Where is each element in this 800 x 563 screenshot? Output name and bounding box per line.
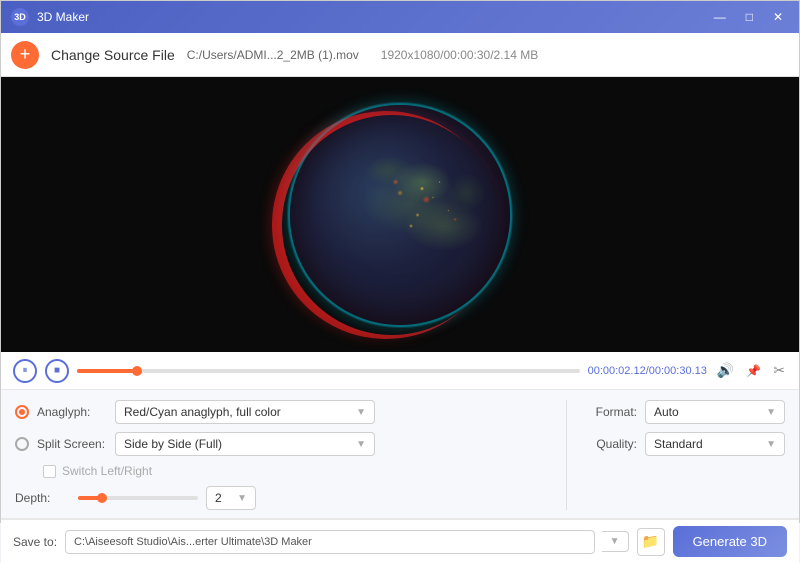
anaglyph-arrow: ▼ <box>356 407 366 418</box>
earth-atmosphere <box>287 102 513 328</box>
title-bar: 3D 3D Maker — □ ✕ <box>1 1 799 33</box>
anaglyph-label: Anaglyph: <box>37 405 107 419</box>
save-path-text: C:\Aiseesoft Studio\Ais...erter Ultimate… <box>74 536 312 548</box>
depth-slider[interactable] <box>78 496 198 500</box>
plus-icon: + <box>20 44 31 65</box>
browse-folder-button[interactable]: 📁 <box>637 528 665 556</box>
change-source-label: Change Source File <box>51 47 175 63</box>
file-meta: 1920x1080/00:00:30/2.14 MB <box>381 48 538 62</box>
pause-button[interactable]: ⏸ <box>13 359 37 383</box>
format-arrow: ▼ <box>766 407 776 418</box>
split-screen-row: Split Screen: Side by Side (Full) ▼ <box>15 432 556 456</box>
switch-lr-label: Switch Left/Right <box>62 464 152 478</box>
video-preview <box>1 77 799 352</box>
seek-handle <box>132 366 142 376</box>
settings-columns: Anaglyph: Red/Cyan anaglyph, full color … <box>15 400 785 510</box>
save-label: Save to: <box>13 535 57 549</box>
generate-3d-button[interactable]: Generate 3D <box>673 526 787 557</box>
quality-label: Quality: <box>587 437 637 451</box>
app-title: 3D Maker <box>37 10 700 24</box>
split-screen-radio[interactable] <box>15 437 29 451</box>
depth-arrow: ▼ <box>237 493 247 504</box>
depth-slider-container <box>78 496 198 500</box>
quality-arrow: ▼ <box>766 439 776 450</box>
save-bar: Save to: C:\Aiseesoft Studio\Ais...erter… <box>1 519 799 563</box>
stop-icon: ■ <box>54 365 60 376</box>
switch-lr-row: Switch Left/Right <box>39 464 556 478</box>
quality-value: Standard <box>654 437 703 451</box>
playback-bar: ⏸ ■ 00:00:02.12/00:00:30.13 🔊 📌 ✂ <box>1 352 799 390</box>
format-row: Format: Auto ▼ <box>587 400 785 424</box>
split-screen-value: Side by Side (Full) <box>124 437 222 451</box>
maximize-button[interactable]: □ <box>740 9 759 25</box>
anaglyph-row: Anaglyph: Red/Cyan anaglyph, full color … <box>15 400 556 424</box>
split-screen-label: Split Screen: <box>37 437 107 451</box>
file-name: C:/Users/ADMI...2_2MB (1).mov <box>187 48 359 62</box>
settings-right-col: Format: Auto ▼ Quality: Standard ▼ <box>566 400 785 510</box>
format-label: Format: <box>587 405 637 419</box>
seek-bar[interactable] <box>77 369 580 373</box>
depth-progress <box>78 496 102 500</box>
depth-value: 2 <box>215 491 222 505</box>
format-value: Auto <box>654 405 679 419</box>
video-content <box>290 105 510 325</box>
save-path-dropdown[interactable]: ▼ <box>602 531 629 552</box>
window-controls: — □ ✕ <box>708 9 789 25</box>
switch-lr-checkbox-area: Switch Left/Right <box>43 464 152 478</box>
pause-icon: ⏸ <box>23 365 28 376</box>
depth-value-select[interactable]: 2 ▼ <box>206 486 256 510</box>
depth-label: Depth: <box>15 491 70 505</box>
stop-button[interactable]: ■ <box>45 359 69 383</box>
anaglyph-select[interactable]: Red/Cyan anaglyph, full color ▼ <box>115 400 375 424</box>
quality-row: Quality: Standard ▼ <box>587 432 785 456</box>
switch-lr-checkbox[interactable] <box>43 465 56 478</box>
volume-icon[interactable]: 🔊 <box>715 360 736 381</box>
anaglyph-radio[interactable] <box>15 405 29 419</box>
minimize-button[interactable]: — <box>708 9 732 25</box>
split-screen-select[interactable]: Side by Side (Full) ▼ <box>115 432 375 456</box>
scissors-icon[interactable]: ✂ <box>771 360 787 381</box>
split-screen-arrow: ▼ <box>356 439 366 450</box>
settings-left-col: Anaglyph: Red/Cyan anaglyph, full color … <box>15 400 556 510</box>
time-display: 00:00:02.12/00:00:30.13 <box>588 365 707 377</box>
pin-icon[interactable]: 📌 <box>744 362 763 380</box>
depth-row: Depth: 2 ▼ <box>15 486 556 510</box>
format-select[interactable]: Auto ▼ <box>645 400 785 424</box>
save-path-box: C:\Aiseesoft Studio\Ais...erter Ultimate… <box>65 530 595 554</box>
folder-icon: 📁 <box>642 533 659 550</box>
depth-handle <box>97 493 107 503</box>
anaglyph-value: Red/Cyan anaglyph, full color <box>124 405 281 419</box>
toolbar: + Change Source File C:/Users/ADMI...2_2… <box>1 33 799 77</box>
settings-panel: Anaglyph: Red/Cyan anaglyph, full color … <box>1 390 799 519</box>
quality-select[interactable]: Standard ▼ <box>645 432 785 456</box>
seek-progress <box>77 369 137 373</box>
add-source-button[interactable]: + <box>11 41 39 69</box>
app-icon: 3D <box>11 8 29 26</box>
save-dropdown-arrow: ▼ <box>610 536 620 547</box>
close-button[interactable]: ✕ <box>767 9 789 25</box>
